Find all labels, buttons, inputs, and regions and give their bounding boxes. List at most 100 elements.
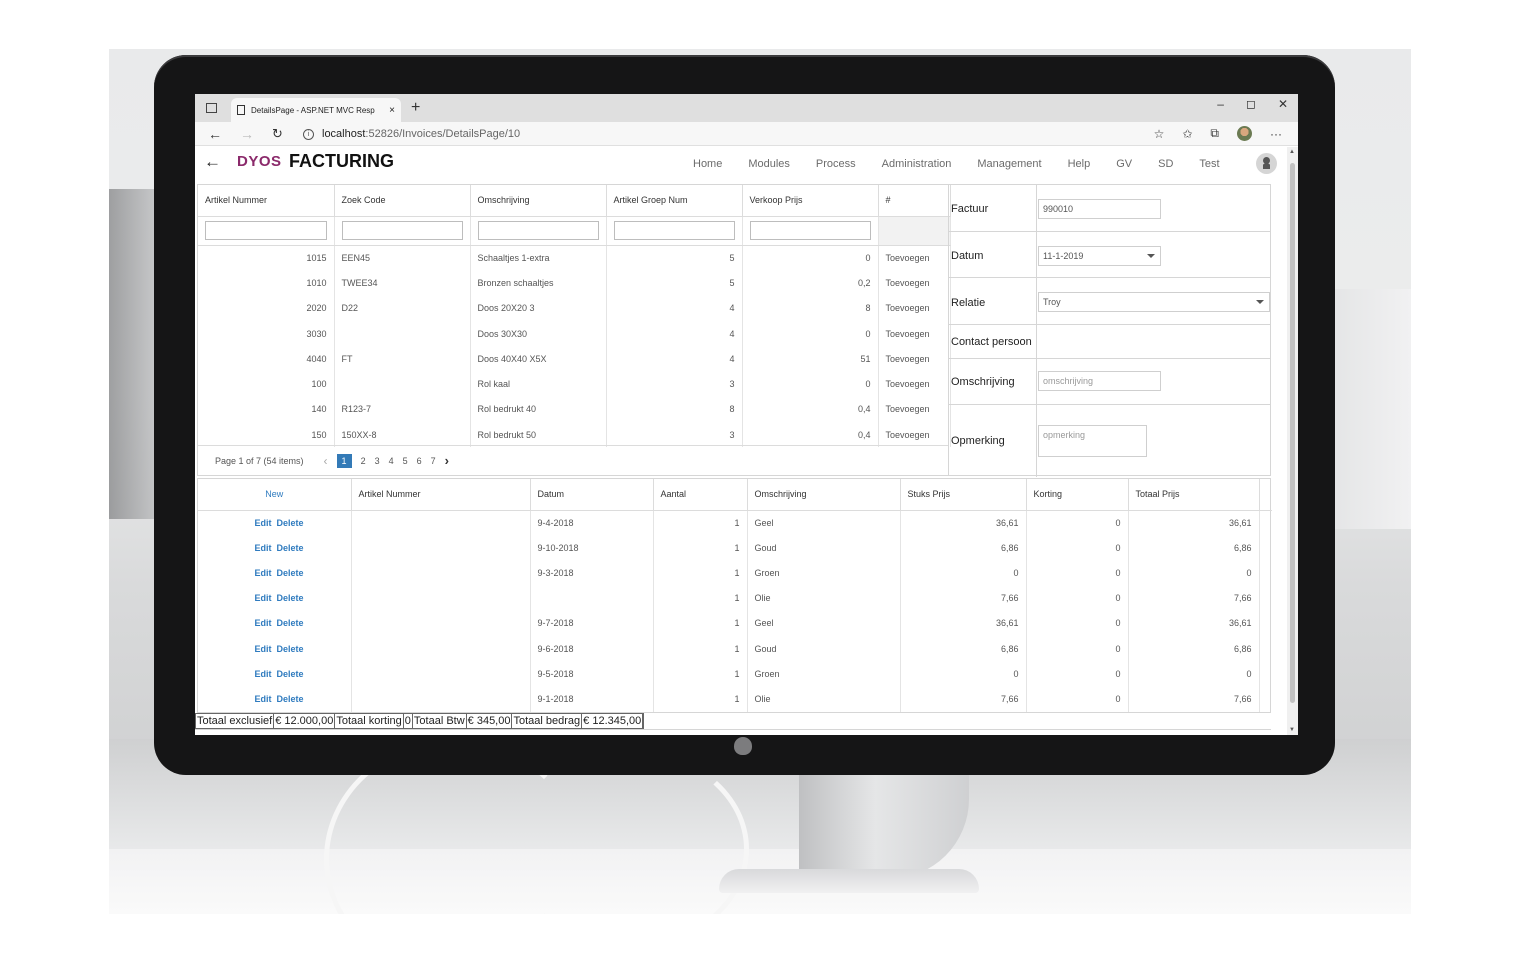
url-field[interactable]: i localhost:52826/Invoices/DetailsPage/1… [303, 124, 1143, 144]
nav-gv[interactable]: GV [1116, 158, 1132, 170]
column-header-totaal-prijs[interactable]: Totaal Prijs [1128, 479, 1260, 511]
totaal-korting-label: Totaal korting [336, 714, 404, 728]
nav-administration[interactable]: Administration [882, 158, 952, 170]
column-header-zoek-code[interactable]: Zoek Code [334, 185, 471, 217]
nav-process[interactable]: Process [816, 158, 856, 170]
more-menu-icon[interactable]: ··· [1270, 127, 1282, 141]
filter-artikel-nummer[interactable] [205, 221, 327, 240]
column-header-artikel-groep[interactable]: Artikel Groep Num [606, 185, 743, 217]
opmerking-textarea[interactable]: opmerking [1038, 425, 1147, 457]
edit-link[interactable]: Edit [254, 593, 271, 603]
delete-link[interactable]: Delete [276, 518, 303, 528]
column-header-artikel-nummer[interactable]: Artikel Nummer [351, 479, 531, 511]
column-header-omschrijving[interactable]: Omschrijving [747, 479, 901, 511]
minimize-button[interactable]: – [1217, 97, 1224, 111]
window-close-button[interactable]: ✕ [1278, 97, 1288, 111]
toevoegen-link[interactable]: Toevoegen [878, 371, 951, 397]
edit-link[interactable]: Edit [254, 669, 271, 679]
nav-help[interactable]: Help [1068, 158, 1091, 170]
collections-icon[interactable]: ⧉ [1210, 126, 1219, 141]
edit-link[interactable]: Edit [254, 644, 271, 654]
refresh-icon[interactable]: ↻ [272, 126, 283, 142]
scrollbar-thumb[interactable] [1290, 163, 1295, 703]
delete-link[interactable]: Delete [276, 593, 303, 603]
new-line-button[interactable]: New [198, 479, 352, 511]
add-favorite-icon[interactable]: ☆ [1154, 127, 1165, 141]
cell-omschrijving: Olie [747, 686, 901, 712]
pager-prev-icon[interactable]: ‹ [324, 454, 328, 468]
pager-page-1[interactable]: 1 [336, 453, 352, 468]
toevoegen-link[interactable]: Toevoegen [878, 320, 951, 347]
scroll-down-icon[interactable]: ▼ [1289, 727, 1295, 733]
edit-link[interactable]: Edit [254, 618, 271, 628]
cell-groep: 5 [606, 245, 743, 271]
column-header-verkoop-prijs[interactable]: Verkoop Prijs [742, 185, 879, 217]
form-divider [1036, 185, 1037, 231]
pager-page-7[interactable]: 7 [431, 456, 436, 466]
delete-link[interactable]: Delete [276, 568, 303, 578]
filter-verkoop-prijs[interactable] [749, 221, 871, 240]
column-header-stuks-prijs[interactable]: Stuks Prijs [900, 479, 1027, 511]
filter-artikel-groep[interactable] [613, 221, 735, 240]
url-text: localhost:52826/Invoices/DetailsPage/10 [322, 128, 521, 140]
relatie-dropdown[interactable]: Troy [1038, 292, 1270, 312]
toevoegen-link[interactable]: Toevoegen [878, 422, 951, 448]
column-header-omschrijving[interactable]: Omschrijving [470, 185, 607, 217]
edit-link[interactable]: Edit [254, 543, 271, 553]
omschrijving-input[interactable]: omschrijving [1038, 371, 1161, 391]
cell-omschrijving: Goud [747, 535, 901, 561]
nav-modules[interactable]: Modules [748, 158, 790, 170]
factuur-input[interactable]: 990010 [1038, 199, 1161, 219]
filter-zoek-code[interactable] [341, 221, 463, 240]
nav-test[interactable]: Test [1199, 158, 1219, 170]
pager-page-6[interactable]: 6 [417, 456, 422, 466]
back-icon[interactable]: ← [208, 126, 222, 142]
maximize-button[interactable]: ◻ [1246, 97, 1256, 111]
profile-avatar[interactable] [1237, 126, 1252, 141]
tab-actions-icon[interactable] [206, 103, 217, 113]
info-icon[interactable]: i [303, 128, 314, 140]
delete-link[interactable]: Delete [276, 543, 303, 553]
toevoegen-link[interactable]: Toevoegen [878, 245, 951, 271]
page-scrollbar[interactable]: ▲ ▼ [1287, 147, 1298, 735]
delete-link[interactable]: Delete [276, 669, 303, 679]
toevoegen-link[interactable]: Toevoegen [878, 270, 951, 296]
column-header-datum[interactable]: Datum [530, 479, 654, 511]
row-contact: Contact persoon [949, 325, 1270, 359]
cell-stuks: 36,61 [900, 510, 1027, 536]
pager-next-icon[interactable]: › [445, 453, 449, 468]
forward-icon[interactable]: → [240, 126, 254, 142]
datum-dropdown[interactable]: 11-1-2019 [1038, 246, 1161, 266]
toevoegen-link[interactable]: Toevoegen [878, 346, 951, 372]
scroll-up-icon[interactable]: ▲ [1289, 149, 1295, 155]
delete-link[interactable]: Delete [276, 618, 303, 628]
column-header-artikel-nummer[interactable]: Artikel Nummer [198, 185, 335, 217]
delete-link[interactable]: Delete [276, 694, 303, 704]
relatie-label: Relatie [951, 297, 986, 309]
brand-logo[interactable]: DYOS [237, 153, 282, 170]
edit-link[interactable]: Edit [254, 518, 271, 528]
toevoegen-link[interactable]: Toevoegen [878, 295, 951, 321]
nav-management[interactable]: Management [977, 158, 1041, 170]
cell-zoek [334, 371, 471, 397]
filter-omschrijving[interactable] [477, 221, 599, 240]
favorites-icon[interactable]: ✩ [1182, 127, 1192, 141]
pager-page-5[interactable]: 5 [403, 456, 408, 466]
pager-page-2[interactable]: 2 [361, 456, 366, 466]
nav-home[interactable]: Home [693, 158, 722, 170]
pager-page-3[interactable]: 3 [375, 456, 380, 466]
column-header-aantal[interactable]: Aantal [653, 479, 748, 511]
edit-link[interactable]: Edit [254, 694, 271, 704]
edit-link[interactable]: Edit [254, 568, 271, 578]
toevoegen-link[interactable]: Toevoegen [878, 396, 951, 423]
new-tab-button[interactable]: + [411, 99, 420, 117]
column-header-korting[interactable]: Korting [1026, 479, 1129, 511]
cell-prijs: 0 [742, 320, 879, 347]
tab-close-icon[interactable]: × [389, 105, 395, 116]
browser-tab[interactable]: DetailsPage - ASP.NET MVC Resp × [231, 98, 401, 122]
nav-sd[interactable]: SD [1158, 158, 1173, 170]
user-icon[interactable] [1256, 153, 1277, 174]
pager-page-4[interactable]: 4 [389, 456, 394, 466]
app-back-icon[interactable]: ← [204, 152, 221, 172]
delete-link[interactable]: Delete [276, 644, 303, 654]
